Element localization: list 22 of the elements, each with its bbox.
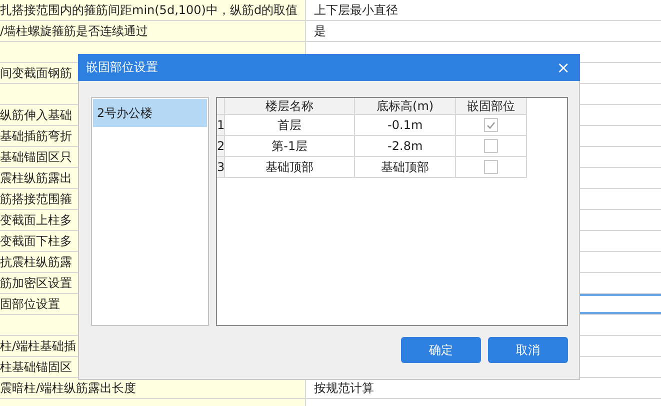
table-cell: 首层 bbox=[225, 115, 356, 135]
checkbox[interactable] bbox=[484, 118, 498, 132]
row-number: 2 bbox=[217, 136, 225, 156]
column-header: 楼层名称 bbox=[224, 98, 356, 114]
table-cell: 基础顶部 bbox=[355, 157, 456, 177]
column-header: 嵌固部位 bbox=[456, 98, 527, 114]
building-item[interactable]: 2号办公楼 bbox=[93, 99, 207, 127]
ok-button[interactable]: 确定 bbox=[401, 337, 481, 363]
value-cell[interactable]: 上下层最小直径 bbox=[306, 0, 661, 20]
column-header: 底标高(m) bbox=[355, 98, 456, 114]
checkbox[interactable] bbox=[484, 160, 498, 174]
cancel-button[interactable]: 取消 bbox=[488, 337, 568, 363]
table-cell: 基础顶部 bbox=[225, 157, 356, 177]
close-button[interactable]: × bbox=[554, 60, 572, 76]
table-cell: -0.1m bbox=[355, 115, 456, 135]
table-cell: -2.8m bbox=[355, 136, 456, 156]
value-cell[interactable]: 是 bbox=[306, 21, 661, 41]
table-cell: 第-1层 bbox=[225, 136, 356, 156]
checkbox[interactable] bbox=[484, 139, 498, 153]
row-number: 3 bbox=[217, 157, 225, 177]
value-cell[interactable]: 按规范计算 bbox=[306, 378, 661, 398]
row-number: 1 bbox=[217, 115, 225, 135]
